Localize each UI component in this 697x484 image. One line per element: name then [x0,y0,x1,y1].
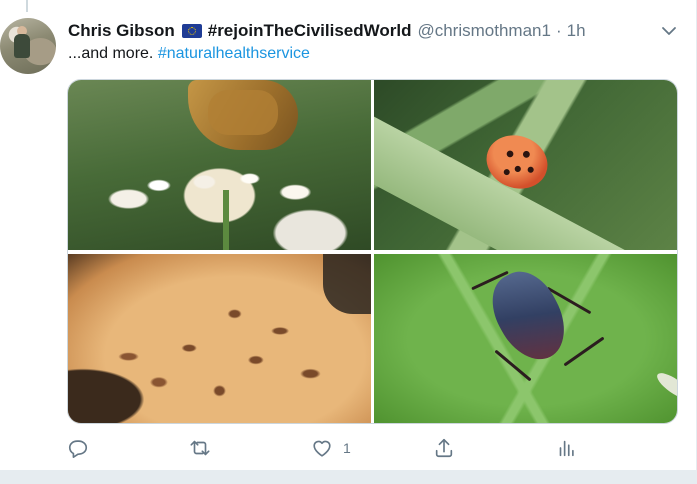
retweet-icon [190,440,210,456]
analytics-icon [559,440,574,457]
media-image-fungus[interactable] [68,254,371,423]
tweet-actions: 1 [0,436,697,460]
tweet-text-prefix: ...and more. [68,45,158,62]
chevron-down-icon[interactable] [660,22,678,40]
butterfly-wing-detail [208,90,278,135]
timeline-divider [0,470,697,484]
media-image-ladybird[interactable] [374,80,677,250]
media-image-bug[interactable] [374,254,677,423]
white-insect [653,368,677,404]
media-grid [67,79,678,424]
author-handle[interactable]: @chrismothman1 [417,21,550,41]
tweet-text: ...and more. #naturalhealthservice [68,45,310,63]
author-name[interactable]: Chris Gibson [68,21,175,41]
tweet-time[interactable]: 1h [567,21,586,41]
reply-icon [68,440,88,458]
analytics-button[interactable] [555,436,577,460]
like-button[interactable]: 1 [311,436,351,460]
eu-flag-icon [181,24,202,38]
share-button[interactable] [433,436,455,460]
retweet-button[interactable] [189,436,211,460]
share-icon [435,438,453,458]
reply-button[interactable] [67,436,89,460]
bug-leg [563,336,605,367]
hashtag-link[interactable]: #naturalhealthservice [158,45,310,62]
tweet-header: Chris Gibson #rejoinTheCivilisedWorld @c… [68,21,586,41]
like-count: 1 [343,440,351,456]
fungus-shadow [323,254,371,314]
media-image-butterfly[interactable] [68,80,371,250]
avatar[interactable] [0,18,56,74]
heart-icon [313,440,331,457]
separator-dot: · [555,21,562,40]
thread-line [26,0,28,12]
flower-stem [223,190,229,250]
avatar-body [14,34,30,58]
display-name-suffix[interactable]: #rejoinTheCivilisedWorld [208,21,412,41]
